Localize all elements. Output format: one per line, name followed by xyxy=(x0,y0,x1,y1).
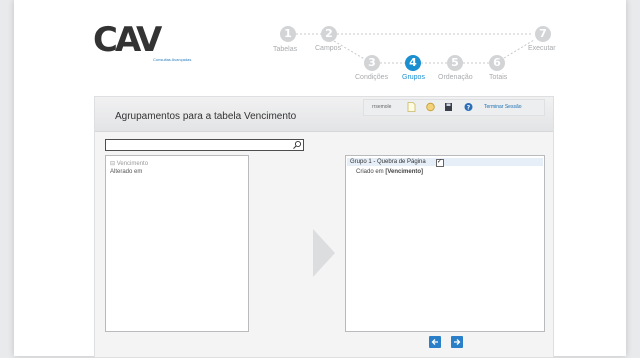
wizard-step-3[interactable]: 3 xyxy=(364,55,380,71)
step-number: 7 xyxy=(535,26,551,42)
page-break-checkbox[interactable] xyxy=(436,158,444,167)
help-icon[interactable]: ? xyxy=(464,102,473,112)
wizard-steps: 1 Tabelas 2 Campos 3 Condições 4 Grupos … xyxy=(0,0,640,90)
grouping-panel: Agrupamentos para a tabela Vencimento rr… xyxy=(94,96,554,358)
tree-root-vencimento[interactable]: ⊟ Vencimento xyxy=(110,160,148,167)
new-document-icon[interactable] xyxy=(407,102,416,112)
arrow-right-icon xyxy=(454,339,461,345)
group-field-item[interactable]: Criado em [Vencimento] xyxy=(356,169,423,175)
groups-list[interactable]: Grupo 1 - Quebra de Página Criado em [Ve… xyxy=(345,155,545,332)
search-icon[interactable] xyxy=(292,140,302,150)
step-label-executar[interactable]: Executar xyxy=(528,45,556,52)
step-number: 2 xyxy=(321,26,337,42)
step-number: 4 xyxy=(405,55,421,71)
panel-header: Agrupamentos para a tabela Vencimento rr… xyxy=(95,97,553,132)
save-icon[interactable] xyxy=(444,102,453,112)
svg-text:?: ? xyxy=(467,104,471,111)
field-search xyxy=(105,139,304,157)
wizard-step-2[interactable]: 2 xyxy=(321,26,337,42)
step-label-condicoes[interactable]: Condições xyxy=(355,74,388,81)
logout-link[interactable]: Terminar Sessão xyxy=(484,104,522,110)
step-label-campos[interactable]: Campos xyxy=(315,45,341,52)
list-item[interactable]: Alterado em xyxy=(110,169,142,175)
arrow-left-icon xyxy=(431,339,438,345)
group-field-table: [Vencimento] xyxy=(385,169,424,175)
group-label: Grupo 1 - Quebra de Página xyxy=(350,159,426,165)
step-number: 5 xyxy=(447,55,463,71)
group-field-name: Criado em xyxy=(356,169,384,175)
step-label-totais[interactable]: Totais xyxy=(489,74,507,81)
step-number: 6 xyxy=(489,55,505,71)
step-number: 3 xyxy=(364,55,380,71)
step-label-ordenacao[interactable]: Ordenação xyxy=(438,74,473,81)
step-label-tabelas[interactable]: Tabelas xyxy=(273,46,297,53)
next-button[interactable] xyxy=(451,336,463,348)
folder-icon[interactable] xyxy=(426,102,435,112)
wizard-step-1[interactable]: 1 xyxy=(280,26,296,42)
step-label-grupos[interactable]: Grupos xyxy=(402,74,425,81)
group-row[interactable]: Grupo 1 - Quebra de Página xyxy=(347,158,543,167)
wizard-step-7[interactable]: 7 xyxy=(535,26,551,42)
back-button[interactable] xyxy=(429,336,441,348)
move-arrow-icon xyxy=(313,229,335,277)
page-title: Agrupamentos para a tabela Vencimento xyxy=(115,111,297,122)
step-number: 1 xyxy=(280,26,296,42)
wizard-step-5[interactable]: 5 xyxy=(447,55,463,71)
wizard-step-4[interactable]: 4 xyxy=(405,55,421,71)
wizard-step-6[interactable]: 6 xyxy=(489,55,505,71)
fields-list[interactable]: ⊟ Vencimento Alterado em xyxy=(105,155,249,332)
user-name: rrsemole xyxy=(372,104,392,110)
toolbar: rrsemole ? Terminar Sessão xyxy=(363,99,545,116)
